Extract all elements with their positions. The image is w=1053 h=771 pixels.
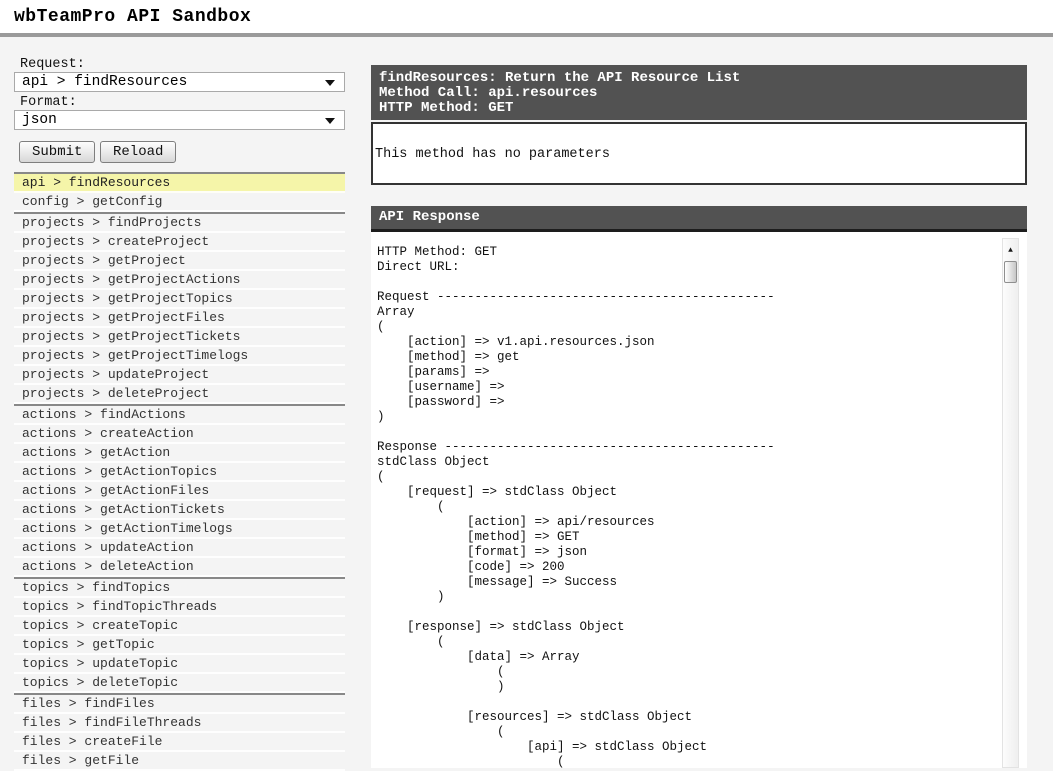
scrollbar-thumb[interactable] — [1004, 261, 1017, 283]
chevron-down-icon — [325, 80, 335, 86]
method-list-item[interactable]: topics > findTopicThreads — [14, 598, 345, 617]
method-list-item[interactable]: topics > deleteTopic — [14, 674, 345, 693]
submit-button[interactable]: Submit — [19, 141, 95, 163]
method-group: actions > findActionsactions > createAct… — [14, 406, 345, 579]
response-output: HTTP Method: GET Direct URL: Request ---… — [371, 232, 1027, 768]
http-method: HTTP Method: GET — [379, 101, 1027, 116]
parameters-panel: This method has no parameters — [371, 122, 1027, 185]
page-title: wbTeamPro API Sandbox — [0, 0, 1053, 27]
method-list-item[interactable]: api > findResources — [14, 174, 345, 193]
method-group: files > findFilesfiles > findFileThreads… — [14, 695, 345, 771]
method-list-item[interactable]: actions > getActionTimelogs — [14, 520, 345, 539]
response-scrollbar[interactable]: ▲ — [1002, 238, 1019, 768]
method-list-item[interactable]: actions > deleteAction — [14, 558, 345, 577]
method-list-item[interactable]: topics > getTopic — [14, 636, 345, 655]
reload-button[interactable]: Reload — [100, 141, 176, 163]
method-description: findResources: Return the API Resource L… — [379, 71, 1027, 86]
method-list-item[interactable]: actions > getActionFiles — [14, 482, 345, 501]
method-list-item[interactable]: projects > deleteProject — [14, 385, 345, 404]
method-list-item[interactable]: config > getConfig — [14, 193, 345, 212]
format-select[interactable]: json — [14, 110, 345, 130]
method-list-item[interactable]: projects > findProjects — [14, 214, 345, 233]
method-list: api > findResourcesconfig > getConfigpro… — [14, 172, 345, 771]
method-group: projects > findProjectsprojects > create… — [14, 214, 345, 406]
method-info-panel: findResources: Return the API Resource L… — [371, 65, 1027, 120]
method-list-item[interactable]: actions > findActions — [14, 406, 345, 425]
method-group: topics > findTopicstopics > findTopicThr… — [14, 579, 345, 695]
chevron-down-icon — [325, 118, 335, 124]
method-list-item[interactable]: projects > getProject — [14, 252, 345, 271]
app-header: wbTeamPro API Sandbox — [0, 0, 1053, 33]
method-list-item[interactable]: projects > getProjectTickets — [14, 328, 345, 347]
method-list-item[interactable]: files > createFile — [14, 733, 345, 752]
method-list-item[interactable]: actions > createAction — [14, 425, 345, 444]
method-list-item[interactable]: files > findFileThreads — [14, 714, 345, 733]
header-divider — [0, 33, 1053, 37]
method-list-item[interactable]: topics > findTopics — [14, 579, 345, 598]
method-list-item[interactable]: topics > createTopic — [14, 617, 345, 636]
method-list-item[interactable]: actions > updateAction — [14, 539, 345, 558]
request-select-value: api > findResources — [22, 74, 187, 90]
request-select[interactable]: api > findResources — [14, 72, 345, 92]
method-list-item[interactable]: files > getFile — [14, 752, 345, 771]
method-list-item[interactable]: projects > getProjectTopics — [14, 290, 345, 309]
method-group: api > findResourcesconfig > getConfig — [14, 174, 345, 214]
request-label: Request: — [20, 57, 85, 72]
method-list-item[interactable]: projects > getProjectFiles — [14, 309, 345, 328]
method-list-item[interactable]: projects > updateProject — [14, 366, 345, 385]
method-list-item[interactable]: projects > getProjectActions — [14, 271, 345, 290]
api-response-panel[interactable]: HTTP Method: GET Direct URL: Request ---… — [371, 232, 1027, 768]
method-list-item[interactable]: projects > createProject — [14, 233, 345, 252]
method-list-item[interactable]: actions > getAction — [14, 444, 345, 463]
method-list-item[interactable]: actions > getActionTickets — [14, 501, 345, 520]
scroll-up-icon[interactable]: ▲ — [1003, 239, 1018, 255]
api-response-header: API Response — [371, 206, 1027, 232]
method-call: Method Call: api.resources — [379, 86, 1027, 101]
method-list-item[interactable]: topics > updateTopic — [14, 655, 345, 674]
method-list-item[interactable]: projects > getProjectTimelogs — [14, 347, 345, 366]
method-list-item[interactable]: actions > getActionTopics — [14, 463, 345, 482]
method-list-item[interactable]: files > findFiles — [14, 695, 345, 714]
format-select-value: json — [22, 112, 57, 128]
no-parameters-note: This method has no parameters — [375, 147, 610, 162]
format-label: Format: — [20, 95, 77, 110]
